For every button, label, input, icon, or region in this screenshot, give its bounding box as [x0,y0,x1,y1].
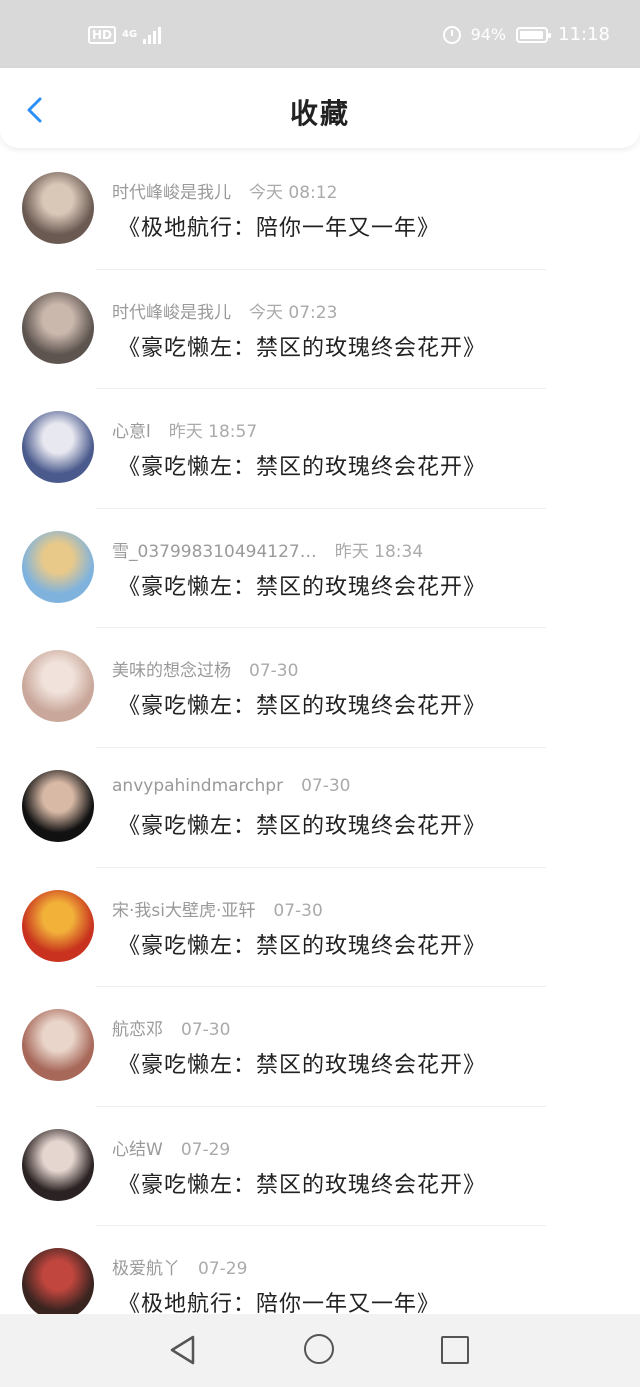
item-meta: 心结W 07-29 [112,1135,230,1160]
timestamp: 07-30 [249,661,299,682]
item-title[interactable]: 《豪吃懒左：禁区的玫瑰终会花开》 [118,330,486,362]
item-title[interactable]: 《豪吃懒左：禁区的玫瑰终会花开》 [118,1167,486,1199]
username: 极爱航丫 [112,1259,180,1280]
username: 心意l [112,422,151,443]
avatar[interactable] [22,530,94,603]
signal-icon [143,26,162,44]
timestamp: 07-30 [181,1020,231,1041]
avatar[interactable] [22,1248,94,1321]
item-meta: 雪_037998310494127… 昨天 18:34 [112,537,423,562]
avatar[interactable] [22,650,94,723]
item-title[interactable]: 《豪吃懒左：禁区的玫瑰终会花开》 [118,449,486,481]
username: 时代峰峻是我儿 [112,302,231,323]
alarm-icon [442,25,461,44]
app-header: 收藏 [0,68,640,148]
timestamp: 今天 07:23 [249,302,338,323]
system-nav-bar [0,1314,640,1387]
username: 心结W [112,1139,163,1160]
status-bar: HD 4G 94% 11:18 [0,0,640,68]
item-meta: 时代峰峻是我儿 今天 07:23 [112,298,337,323]
username: 时代峰峻是我儿 [112,183,231,203]
list-item[interactable]: 航恋邓 07-30 《豪吃懒左：禁区的玫瑰终会花开》 [0,987,640,1107]
item-meta: anvypahindmarchpr 07-30 [112,776,351,796]
item-title[interactable]: 《豪吃懒左：禁区的玫瑰终会花开》 [118,808,486,840]
list-item[interactable]: 美味的想念过杨 07-30 《豪吃懒左：禁区的玫瑰终会花开》 [0,628,640,748]
avatar[interactable] [22,291,94,364]
username: 航恋邓 [112,1020,163,1041]
clock: 11:18 [558,24,610,45]
battery-icon [516,26,552,43]
avatar[interactable] [22,1128,94,1201]
list-item[interactable]: 心意l 昨天 18:57 《豪吃懒左：禁区的玫瑰终会花开》 [0,389,640,509]
timestamp: 昨天 18:57 [168,422,258,443]
hd-badge: HD [88,26,117,44]
username: 雪_037998310494127… [112,541,317,562]
username: 美味的想念过杨 [112,661,231,682]
list-item[interactable]: 时代峰峻是我儿 今天 08:12 《极地航行：陪你一年又一年》 [0,150,640,270]
timestamp: 今天 08:12 [249,183,338,203]
avatar[interactable] [22,411,94,484]
username: 宋·我si大壁虎·亚轩 [112,900,256,921]
avatar[interactable] [22,172,94,244]
avatar[interactable] [22,889,94,962]
network-type: 4G [122,29,138,40]
username: anvypahindmarchpr [112,775,284,796]
favorites-list: 时代峰峻是我儿 今天 08:12 《极地航行：陪你一年又一年》 时代峰峻是我儿 今天 0… [0,150,640,1346]
item-meta: 心意l 昨天 18:57 [112,417,257,442]
status-right: 94% 11:18 [442,24,610,45]
timestamp: 07-29 [198,1259,248,1280]
nav-back-icon[interactable] [168,1334,198,1366]
item-meta: 宋·我si大壁虎·亚轩 07-30 [112,896,323,921]
avatar[interactable] [22,1009,94,1082]
list-item[interactable]: 雪_037998310494127… 昨天 18:34 《豪吃懒左：禁区的玫瑰终会花… [0,509,640,629]
page-title: 收藏 [289,97,350,130]
list-item[interactable]: anvypahindmarchpr 07-30 《豪吃懒左：禁区的玫瑰终会花开》 [0,748,640,868]
item-meta: 极爱航丫 07-29 [112,1254,247,1279]
list-item[interactable]: 心结W 07-29 《豪吃懒左：禁区的玫瑰终会花开》 [0,1107,640,1227]
timestamp: 昨天 18:34 [334,541,424,562]
item-meta: 航恋邓 07-30 [112,1015,230,1040]
nav-home-icon[interactable] [304,1334,334,1364]
item-title[interactable]: 《豪吃懒左：禁区的玫瑰终会花开》 [118,569,486,601]
item-meta: 时代峰峻是我儿 今天 08:12 [112,178,337,203]
avatar[interactable] [22,769,94,842]
list-item[interactable]: 宋·我si大壁虎·亚轩 07-30 《豪吃懒左：禁区的玫瑰终会花开》 [0,868,640,988]
timestamp: 07-29 [180,1139,231,1160]
battery-percent: 94% [470,25,507,44]
status-left: HD 4G [88,26,162,44]
item-title[interactable]: 《豪吃懒左：禁区的玫瑰终会花开》 [118,1047,486,1079]
item-title[interactable]: 《豪吃懒左：禁区的玫瑰终会花开》 [118,928,486,960]
nav-recent-apps-icon[interactable] [441,1336,469,1364]
item-meta: 美味的想念过杨 07-30 [112,656,298,681]
timestamp: 07-30 [301,775,351,796]
list-item[interactable]: 时代峰峻是我儿 今天 07:23 《豪吃懒左：禁区的玫瑰终会花开》 [0,270,640,390]
timestamp: 07-30 [273,900,323,921]
item-title[interactable]: 《极地航行：陪你一年又一年》 [118,210,440,242]
item-title[interactable]: 《豪吃懒左：禁区的玫瑰终会花开》 [118,688,486,720]
